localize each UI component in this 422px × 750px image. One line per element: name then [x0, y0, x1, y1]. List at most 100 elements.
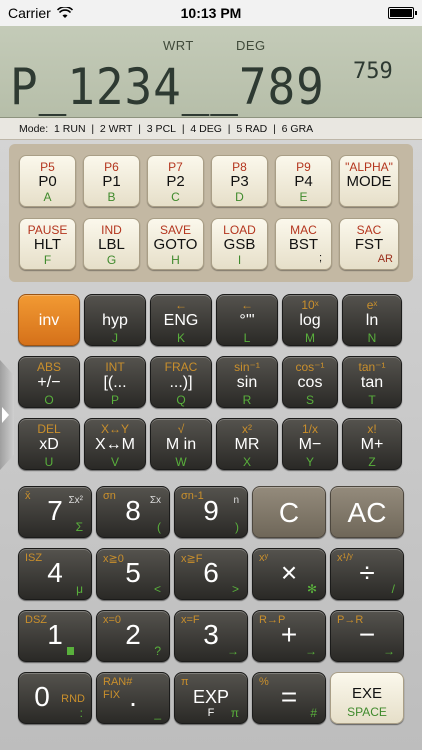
battery-icon: [388, 7, 417, 19]
key-2[interactable]: x=0 2 ?: [96, 610, 170, 662]
key-shift-label: LOAD: [223, 223, 256, 237]
key-main-label: MR: [234, 436, 260, 453]
key-7[interactable]: x̄ Σx² 7 Σ: [18, 486, 92, 538]
key-open-paren[interactable]: INT [(... P: [84, 356, 146, 408]
key-main-label: P1: [102, 173, 121, 190]
key-alpha-label: ): [235, 520, 239, 534]
key-1[interactable]: DSZ 1: [18, 610, 92, 662]
key-alpha-label: B: [107, 190, 116, 204]
key-main-label: AC: [347, 497, 387, 528]
key-p4[interactable]: P9 P4 E: [275, 155, 332, 207]
key-exe[interactable]: EXE SPACE: [330, 672, 404, 724]
key-shift-label: 10ˣ: [301, 298, 319, 312]
status-bar: Carrier 10:13 PM: [0, 0, 422, 26]
key-goto[interactable]: SAVE GOTO H: [147, 218, 204, 270]
key-alpha-label: ✻: [306, 582, 317, 596]
key-4[interactable]: ISZ 4 μ: [18, 548, 92, 600]
key-dms[interactable]: ← °'" L: [216, 294, 278, 346]
key-sin[interactable]: sin⁻¹ sin R: [216, 356, 278, 408]
key-main-label: +/−: [37, 374, 61, 391]
key-alpha-label: K: [176, 331, 185, 345]
key-5[interactable]: x≧0 5 <: [96, 548, 170, 600]
key-divide[interactable]: x¹/ʸ ÷ /: [330, 548, 404, 600]
key-log[interactable]: 10ˣ log M: [282, 294, 338, 346]
key-alpha-label: π: [230, 706, 239, 720]
key-alpha-label: Z: [368, 455, 376, 469]
key-alpha-label: J: [112, 331, 118, 345]
key-xd[interactable]: DEL xD U: [18, 418, 80, 470]
key-alpha-label: A: [43, 190, 52, 204]
key-alpha-label: R: [242, 393, 252, 407]
key-hyp[interactable]: hyp J: [84, 294, 146, 346]
key-clear[interactable]: C: [252, 486, 326, 538]
key-main-label: LBL: [98, 236, 125, 253]
key-p1[interactable]: P6 P1 B: [83, 155, 140, 207]
key-mr[interactable]: x² MR X: [216, 418, 278, 470]
key-sign[interactable]: ABS +/− O: [18, 356, 80, 408]
key-mode[interactable]: "ALPHA" MODE: [339, 155, 399, 207]
key-lbl[interactable]: IND LBL G: [83, 218, 140, 270]
key-x-swap-m[interactable]: X↔Y X↔M V: [84, 418, 146, 470]
lcd-display: WRT DEG P_1234__789 759: [0, 26, 422, 118]
key-main-label: FST: [354, 236, 384, 253]
key-all-clear[interactable]: AC: [330, 486, 404, 538]
status-time: 10:13 PM: [180, 5, 242, 21]
display-main-text: P_1234__789: [10, 58, 325, 116]
key-m-in[interactable]: √ M in W: [150, 418, 212, 470]
key-multiply[interactable]: xʸ × ✻: [252, 548, 326, 600]
key-main-label: EXE: [351, 685, 382, 702]
key-inv[interactable]: inv: [18, 294, 80, 346]
key-main-label: ENG: [163, 312, 199, 329]
key-shift-label: x²: [242, 422, 252, 436]
key-main-label: M+: [360, 436, 384, 453]
side-drawer-tab[interactable]: [0, 360, 14, 470]
key-shift-label: IND: [101, 223, 122, 237]
key-6[interactable]: x≧F 6 >: [174, 548, 248, 600]
key-shift-label: P8: [232, 160, 247, 174]
key-eng[interactable]: ← ENG K: [150, 294, 212, 346]
key-side-label: RND: [61, 693, 85, 705]
key-m-minus[interactable]: 1/x M− Y: [282, 418, 338, 470]
key-alpha-label: /: [391, 582, 395, 596]
key-alpha-label: Σ: [75, 520, 83, 534]
key-bst[interactable]: MAC BST ;: [275, 218, 332, 270]
key-ln[interactable]: eˣ ln N: [342, 294, 402, 346]
key-close-paren[interactable]: FRAC ...)] Q: [150, 356, 212, 408]
key-m-plus[interactable]: x! M+ Z: [342, 418, 402, 470]
key-3[interactable]: x=F 3 →: [174, 610, 248, 662]
key-main-label: log: [299, 312, 321, 329]
key-shift-label: P6: [104, 160, 119, 174]
key-decimal[interactable]: RAN# FIX . _: [96, 672, 170, 724]
key-p0[interactable]: P5 P0 A: [19, 155, 76, 207]
key-gsb[interactable]: LOAD GSB I: [211, 218, 268, 270]
key-main-label: tan: [360, 374, 384, 391]
key-9[interactable]: σn-1 n 9 ): [174, 486, 248, 538]
key-minus[interactable]: P→R − →: [330, 610, 404, 662]
key-cos[interactable]: cos⁻¹ cos S: [282, 356, 338, 408]
key-0[interactable]: 0 RND :: [18, 672, 92, 724]
key-hlt[interactable]: PAUSE HLT F: [19, 218, 76, 270]
mode-label-2: | 3 PCL: [132, 122, 176, 135]
key-shift-label: FRAC: [164, 360, 198, 374]
key-equals[interactable]: % = #: [252, 672, 326, 724]
key-exp[interactable]: π EXP F π: [174, 672, 248, 724]
key-alpha-label: I: [237, 253, 242, 267]
key-main-label: P0: [38, 173, 57, 190]
key-8[interactable]: σn Σx 8 (: [96, 486, 170, 538]
key-main-label: hyp: [102, 312, 128, 329]
key-plus[interactable]: R→P + →: [252, 610, 326, 662]
key-shift-label: ←: [175, 298, 187, 312]
key-p3[interactable]: P8 P3 D: [211, 155, 268, 207]
key-alpha-label: M: [305, 331, 315, 345]
key-main-label: C: [278, 497, 300, 528]
key-side-label: ;: [318, 252, 322, 264]
key-tan[interactable]: tan⁻¹ tan T: [342, 356, 402, 408]
key-alpha-label: N: [367, 331, 377, 345]
key-p2[interactable]: P7 P2 C: [147, 155, 204, 207]
key-fst[interactable]: SAC FST AR: [339, 218, 399, 270]
deg-indicator: DEG: [236, 38, 266, 53]
key-main-label: P4: [294, 173, 313, 190]
key-alpha-label: →: [227, 644, 239, 658]
key-main-label: EXP: [192, 687, 230, 707]
key-alpha-label: U: [44, 455, 54, 469]
